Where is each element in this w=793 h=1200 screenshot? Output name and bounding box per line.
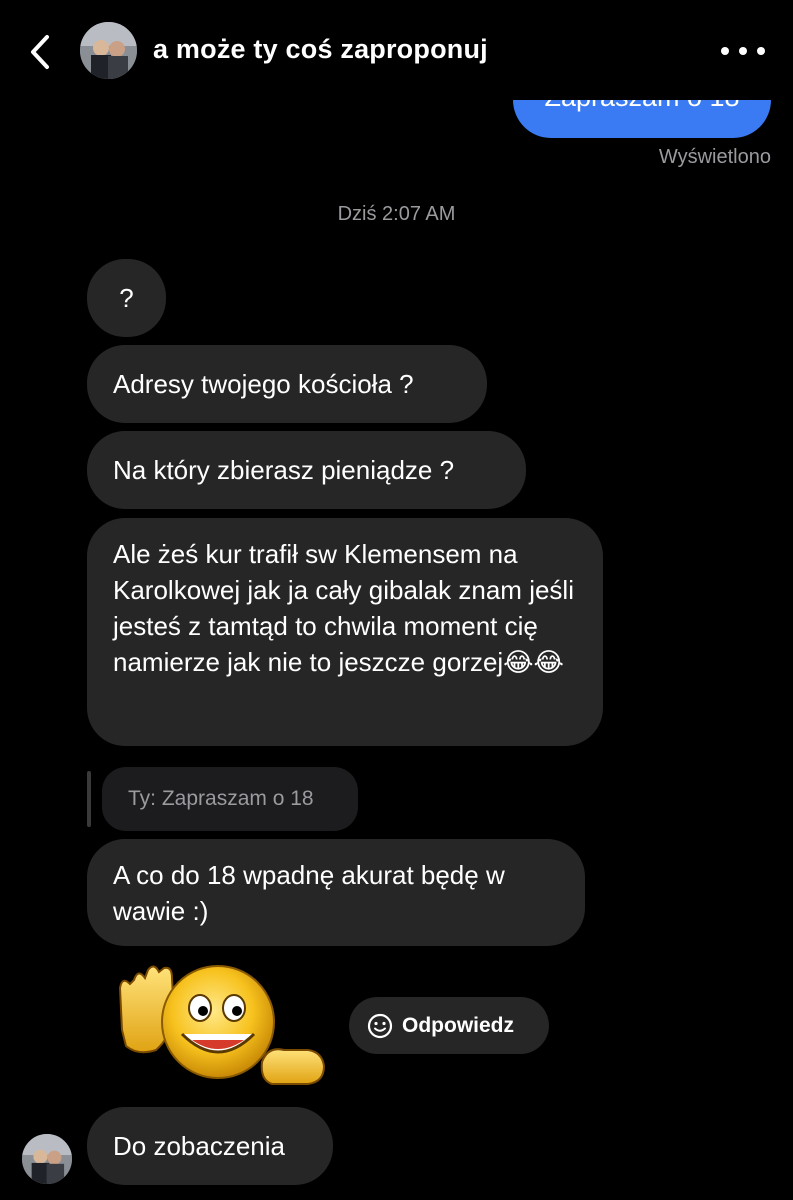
incoming-message-bubble[interactable]: Ale żeś kur trafił sw Klemensem na Karol… [87,518,603,746]
waving-smiley-sticker[interactable] [112,958,334,1088]
message-timestamp: Dziś 2:07 AM [337,203,456,225]
thread-title[interactable]: a może ty coś zaproponuj [153,34,488,65]
reply-button-label: Odpowiedz [402,1013,514,1037]
incoming-message-bubble[interactable]: Adresy twojego kościoła ? [87,345,487,423]
reply-indicator-bar [87,771,91,827]
contact-avatar[interactable] [80,22,137,79]
smiley-icon [367,1013,393,1038]
seen-status: Wyświetlono [658,146,771,168]
incoming-message-bubble[interactable]: Na który zbierasz pieniądze ? [87,431,526,509]
replied-message-quote[interactable]: Ty: Zapraszam o 18 [102,767,358,831]
reply-button[interactable]: Odpowiedz [349,997,549,1054]
chevron-left-icon [31,35,49,69]
incoming-message-bubble[interactable]: Do zobaczenia [87,1107,333,1185]
incoming-message-bubble[interactable]: ? [87,259,166,337]
ellipsis-icon [721,47,729,55]
conversation-header: a może ty coś zaproponuj [0,0,793,100]
incoming-message-bubble[interactable]: A co do 18 wpadnę akurat będę w wawie :) [87,839,585,946]
more-options-button[interactable] [721,38,765,64]
sender-avatar[interactable] [22,1134,72,1184]
back-button[interactable] [22,30,58,74]
